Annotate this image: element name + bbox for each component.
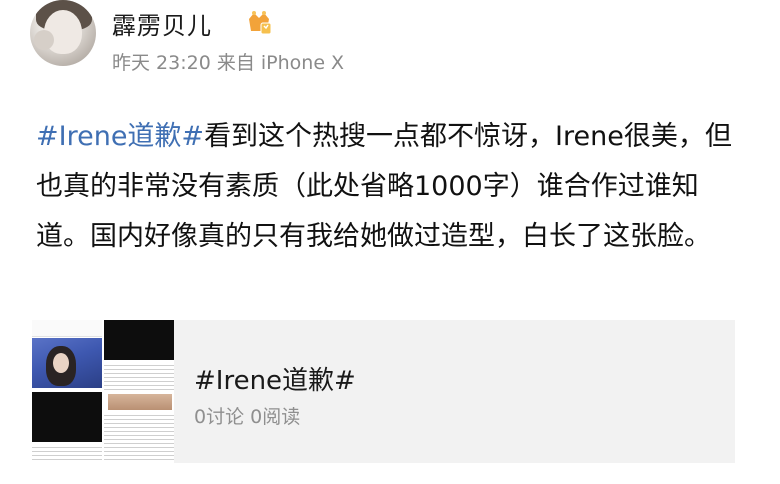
thumb-text-right [104, 362, 174, 392]
topic-thumbnail [32, 320, 174, 463]
thumb-text-bottom-left [32, 444, 102, 463]
topic-stats: 0讨论 0阅读 [194, 406, 301, 428]
thumb-black-top [104, 320, 174, 360]
thumb-face [53, 353, 69, 373]
avatar-pet [34, 30, 54, 50]
topic-title[interactable]: #Irene道歉# [194, 360, 356, 397]
thumb-text-bottom-right [104, 412, 174, 463]
thumb-black-left [32, 392, 102, 442]
username[interactable]: 霹雳贝儿 [112, 6, 212, 41]
topic-card[interactable]: #Irene道歉# 0讨论 0阅读 [32, 320, 735, 463]
hashtag-link[interactable]: #Irene道歉# [36, 121, 204, 152]
post-meta: 昨天 23:20 来自 iPhone X [112, 52, 345, 74]
avatar[interactable] [30, 0, 96, 66]
thumb-header [32, 320, 102, 337]
thumb-photo [32, 338, 102, 388]
post-body: #Irene道歉#看到这个热搜一点都不惊讶，Irene很美，但也真的非常没有素质… [36, 112, 746, 262]
thumb-tan [108, 394, 172, 410]
vip-crown-icon [249, 11, 272, 35]
